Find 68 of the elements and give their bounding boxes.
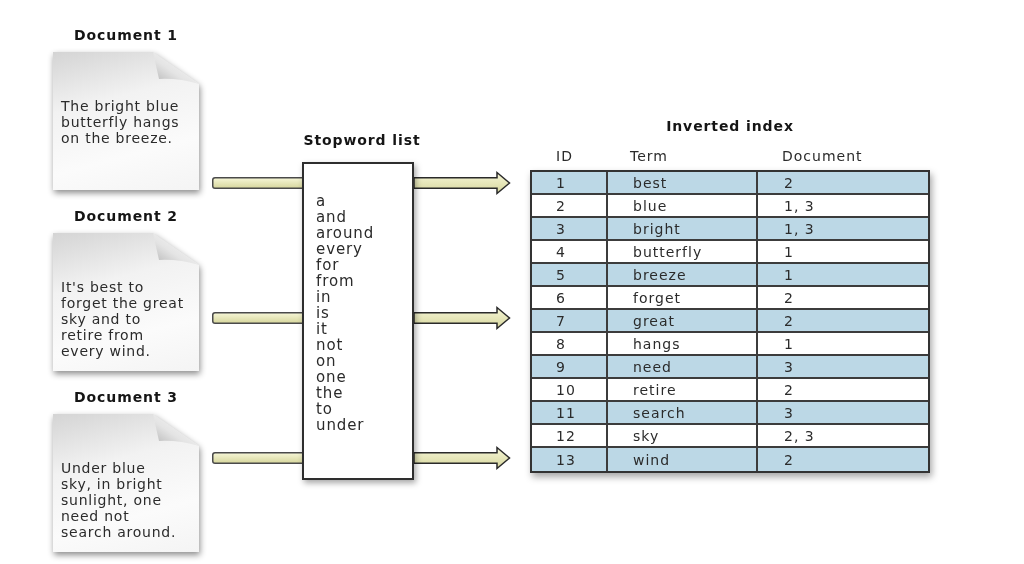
folded-corner-icon	[153, 233, 199, 265]
table-cell: need	[606, 356, 756, 377]
document-title: Document 3	[74, 388, 178, 406]
table-cell-text: 13	[555, 450, 577, 470]
document-text: The bright blue butterfly hangs on the breeze.	[61, 98, 181, 146]
stopword: it	[316, 321, 328, 337]
table-cell: 2	[756, 448, 928, 471]
stopword: is	[316, 305, 330, 321]
table-cell: search	[606, 402, 756, 423]
table-cell-text: 6	[555, 288, 567, 308]
table-cell-text: 12	[555, 426, 577, 446]
table-cell-text: 3	[555, 219, 567, 239]
stopword: for	[316, 257, 340, 273]
table-cell: 1, 3	[756, 195, 928, 216]
stopword: every	[316, 241, 363, 257]
stopword: one	[316, 369, 347, 385]
stopword: to	[316, 401, 333, 417]
table-title: Inverted index	[666, 117, 794, 135]
document-title: Document 2	[74, 207, 178, 225]
table-cell: 3	[756, 402, 928, 423]
table-cell: great	[606, 310, 756, 331]
stopword: on	[316, 353, 337, 369]
stopword: under	[316, 417, 365, 433]
table-cell-text: 7	[555, 311, 567, 331]
column-header: Term	[630, 147, 668, 165]
table-cell: forget	[606, 287, 756, 308]
table-cell-text: 2	[555, 196, 567, 216]
table-cell: 1	[756, 333, 928, 354]
document-title: Document 1	[74, 26, 178, 44]
folded-corner-icon	[153, 52, 199, 84]
table-cell-text: 1	[555, 173, 567, 193]
stopword: not	[316, 337, 344, 353]
column-header: ID	[556, 147, 573, 165]
stopword: a	[316, 193, 327, 209]
stopword: around	[316, 225, 375, 241]
stopword: the	[316, 385, 344, 401]
document-text: It's best to forget the great sky and to retire from every wind.	[61, 279, 185, 359]
table-cell-text: 9	[555, 357, 567, 377]
stopword: from	[316, 273, 355, 289]
table-cell: blue	[606, 195, 756, 216]
table-cell: 2	[756, 172, 928, 193]
table-cell: wind	[606, 448, 756, 471]
table-cell: 1, 3	[756, 218, 928, 239]
table-cell: best	[606, 172, 756, 193]
table-cell: 2	[756, 287, 928, 308]
table-cell-text: 11	[555, 403, 577, 423]
document-text: Under blue sky, in bright sunlight, one need not search around.	[61, 460, 178, 540]
table-cell-text: 10	[555, 380, 577, 400]
stopword: in	[316, 289, 332, 305]
table-cell: 2	[756, 310, 928, 331]
column-header: Document	[782, 147, 863, 165]
table-cell: hangs	[606, 333, 756, 354]
table-cell: breeze	[606, 264, 756, 285]
table-cell-text: 8	[555, 334, 567, 354]
table-cell: 1	[756, 241, 928, 262]
table-cell: 2, 3	[756, 425, 928, 446]
folded-corner-icon	[153, 414, 199, 446]
table-cell-text: 4	[555, 242, 567, 262]
table-cell: sky	[606, 425, 756, 446]
table-cell: bright	[606, 218, 756, 239]
table-cell: butterfly	[606, 241, 756, 262]
stopword-list-title: Stopword list	[302, 131, 422, 149]
table-cell: 2	[756, 379, 928, 400]
stopword: and	[316, 209, 347, 225]
table-cell-text: 5	[555, 265, 567, 285]
table-cell: 3	[756, 356, 928, 377]
table-cell: retire	[606, 379, 756, 400]
table-cell: 1	[756, 264, 928, 285]
